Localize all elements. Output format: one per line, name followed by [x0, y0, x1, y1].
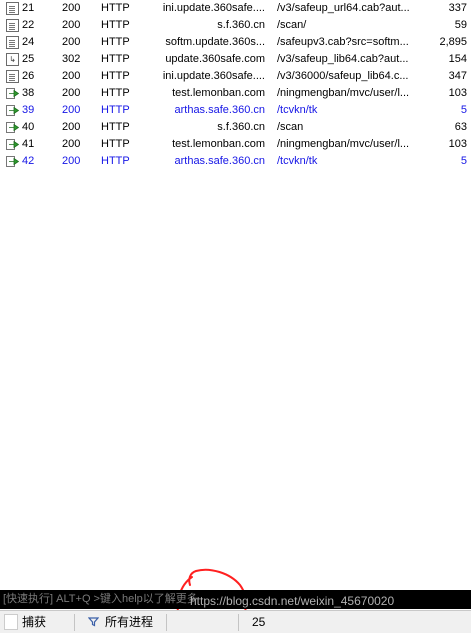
session-row[interactable]: 24 200 HTTP softm.update.360s... /safeupv3.c…: [0, 34, 471, 51]
filter-icon: [87, 617, 100, 627]
session-host: update.360safe.com: [165, 53, 265, 65]
quickexec-input[interactable]: [快速执行] ALT+Q >键入help以了解更多: [3, 593, 198, 605]
session-host: s.f.360.cn: [217, 19, 265, 31]
session-body: 337: [448, 2, 467, 14]
session-body: 347: [448, 70, 467, 82]
session-url: /tcvkn/tk: [277, 155, 318, 167]
document-icon: [6, 36, 19, 49]
session-row[interactable]: 42 200 HTTP arthas.safe.360.cn/tcvkn/tk 5: [0, 153, 471, 170]
session-host: s.f.360.cn: [217, 121, 265, 133]
session-protocol: HTTP: [101, 155, 130, 167]
session-protocol: HTTP: [101, 138, 130, 150]
session-count: 25: [252, 615, 266, 629]
session-list[interactable]: 21 200 HTTP ini.update.360safe.... /v3/safeu…: [0, 0, 471, 170]
session-body: 63: [454, 121, 467, 133]
session-number: 42: [22, 155, 35, 167]
session-result: 302: [62, 53, 81, 65]
session-number: 26: [22, 70, 35, 82]
session-result: 200: [62, 138, 81, 150]
session-row[interactable]: 26 200 HTTP ini.update.360safe.... /v3/36000…: [0, 68, 471, 85]
session-url: /v3/safeup_lib64.cab?aut...: [277, 53, 409, 65]
session-protocol: HTTP: [101, 2, 130, 14]
document-icon: [6, 19, 19, 32]
status-divider: [238, 614, 239, 631]
session-url: /scan/: [277, 19, 307, 31]
arrow-icon: [6, 87, 19, 100]
session-result: 200: [62, 121, 81, 133]
session-host: test.lemonban.com: [172, 138, 265, 150]
session-body: 154: [448, 53, 467, 65]
session-url: /tcvkn/tk: [277, 104, 318, 116]
arrow-icon: [6, 155, 19, 168]
status-divider: [74, 614, 75, 631]
process-filter[interactable]: 所有进程: [87, 614, 154, 631]
session-host: arthas.safe.360.cn: [174, 104, 265, 116]
session-row[interactable]: ↳ 25 302 HTTP update.360safe.com/v3/safeup_l…: [0, 51, 471, 68]
session-number: 21: [22, 2, 35, 14]
session-number: 40: [22, 121, 35, 133]
session-number: 25: [22, 53, 35, 65]
session-row[interactable]: 40 200 HTTP s.f.360.cn/scan 63: [0, 119, 471, 136]
session-result: 200: [62, 36, 81, 48]
session-host: ini.update.360safe....: [162, 2, 265, 14]
session-url: /v3/36000/safeup_lib64.c...: [277, 70, 409, 82]
session-body: 103: [448, 138, 467, 150]
arrow-icon: [6, 121, 19, 134]
session-body: 5: [460, 104, 467, 116]
session-host: softm.update.360s...: [165, 36, 265, 48]
session-url: /safeupv3.cab?src=softm...: [277, 36, 409, 48]
session-url: /ningmengban/mvc/user/l...: [277, 138, 410, 150]
arrow-icon: [6, 138, 19, 151]
session-row[interactable]: 38 200 HTTP test.lemonban.com/ningmengban/m…: [0, 85, 471, 102]
session-url: /scan: [277, 121, 304, 133]
session-protocol: HTTP: [101, 19, 130, 31]
session-url: /ningmengban/mvc/user/l...: [277, 87, 410, 99]
session-body: 5: [460, 155, 467, 167]
capture-label: 捕获: [22, 615, 47, 629]
session-number: 39: [22, 104, 35, 116]
quickexec-bar[interactable]: [快速执行] ALT+Q >键入help以了解更多: [0, 590, 471, 609]
document-icon: [6, 2, 19, 15]
session-protocol: HTTP: [101, 53, 130, 65]
session-row[interactable]: 21 200 HTTP ini.update.360safe.... /v3/safeu…: [0, 0, 471, 17]
capture-toggle[interactable]: 捕获: [22, 614, 46, 631]
session-body: 2,895: [439, 36, 467, 48]
session-protocol: HTTP: [101, 104, 130, 116]
status-bar: 捕获 所有进程 25: [0, 610, 471, 633]
session-protocol: HTTP: [101, 70, 130, 82]
session-number: 41: [22, 138, 35, 150]
session-body: 103: [448, 87, 467, 99]
session-number: 22: [22, 19, 35, 31]
session-number: 38: [22, 87, 35, 99]
capture-indicator-icon[interactable]: [4, 614, 18, 630]
arrow-icon: [6, 104, 19, 117]
document-icon: [6, 70, 19, 83]
session-result: 200: [62, 2, 81, 14]
session-result: 200: [62, 155, 81, 167]
session-url: /v3/safeup_url64.cab?aut...: [277, 2, 410, 14]
session-row[interactable]: 41 200 HTTP test.lemonban.com/ningmengban/m…: [0, 136, 471, 153]
session-result: 200: [62, 104, 81, 116]
process-filter-label: 所有进程: [105, 615, 154, 629]
redirect-icon: ↳: [6, 53, 19, 66]
session-protocol: HTTP: [101, 36, 130, 48]
session-row[interactable]: 39 200 HTTP arthas.safe.360.cn/tcvkn/tk 5: [0, 102, 471, 119]
session-host: arthas.safe.360.cn: [174, 155, 265, 167]
status-divider: [166, 614, 167, 631]
session-protocol: HTTP: [101, 87, 130, 99]
session-result: 200: [62, 87, 81, 99]
session-row[interactable]: 22 200 HTTP s.f.360.cn/scan/59: [0, 17, 471, 34]
session-result: 200: [62, 19, 81, 31]
session-host: ini.update.360safe....: [162, 70, 265, 82]
session-number: 24: [22, 36, 35, 48]
session-protocol: HTTP: [101, 121, 130, 133]
session-host: test.lemonban.com: [172, 87, 265, 99]
session-result: 200: [62, 70, 81, 82]
session-body: 59: [454, 19, 467, 31]
